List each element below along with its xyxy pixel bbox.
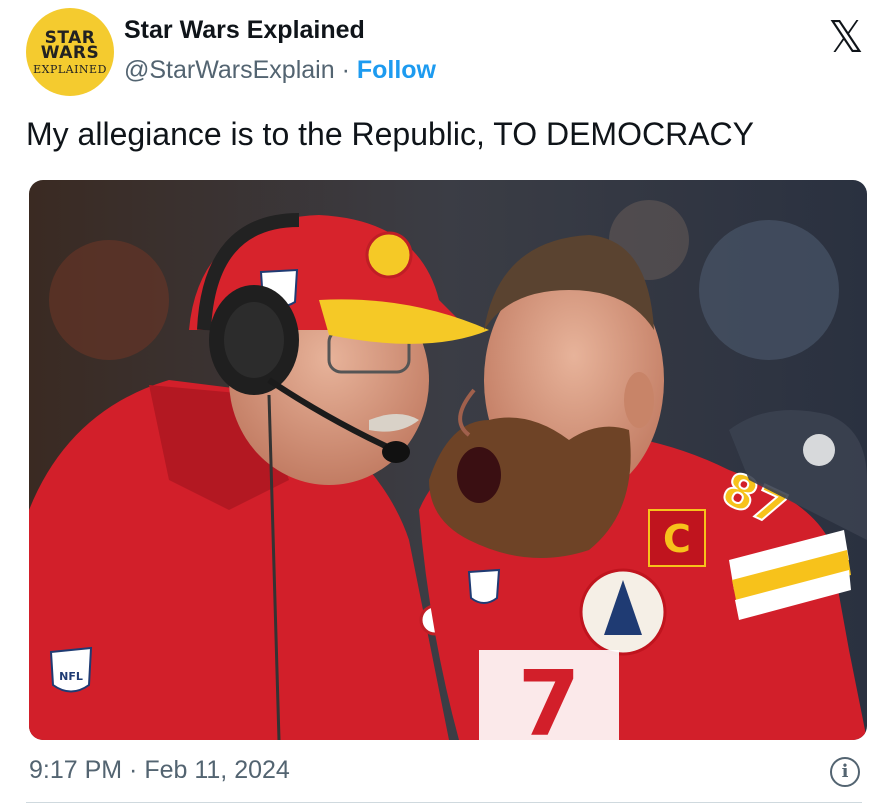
x-logo-icon[interactable]: 𝕏 [826,16,866,60]
front-number: 7 [518,652,581,740]
profile-avatar[interactable]: STAR WARS EXPLAINED [26,8,114,96]
tweet-photo[interactable]: NFL 87 C 7 [29,180,867,740]
avatar-text-explained: EXPLAINED [33,63,107,76]
user-handle[interactable]: @StarWarsExplain [124,56,335,84]
tweet-header: STAR WARS EXPLAINED Star Wars Explained … [26,8,866,96]
follow-button[interactable]: Follow [357,56,436,84]
photo-illustration: NFL 87 C 7 [29,180,867,740]
avatar-text-wars: WARS [40,43,100,63]
tweet-text: My allegiance is to the Republic, TO DEM… [26,116,754,152]
display-name[interactable]: Star Wars Explained [124,16,365,45]
svg-text:C: C [663,517,691,561]
tweet-timestamp[interactable]: 9:17 PM · Feb 11, 2024 [29,756,290,785]
separator-dot: · [334,56,357,84]
info-icon[interactable]: i [830,757,860,787]
svg-text:NFL: NFL [59,670,83,683]
divider [26,802,862,803]
nfl-shield-icon: NFL [49,646,93,693]
captain-patch: C [648,509,706,567]
handle-row: @StarWarsExplain · Follow [124,56,436,85]
